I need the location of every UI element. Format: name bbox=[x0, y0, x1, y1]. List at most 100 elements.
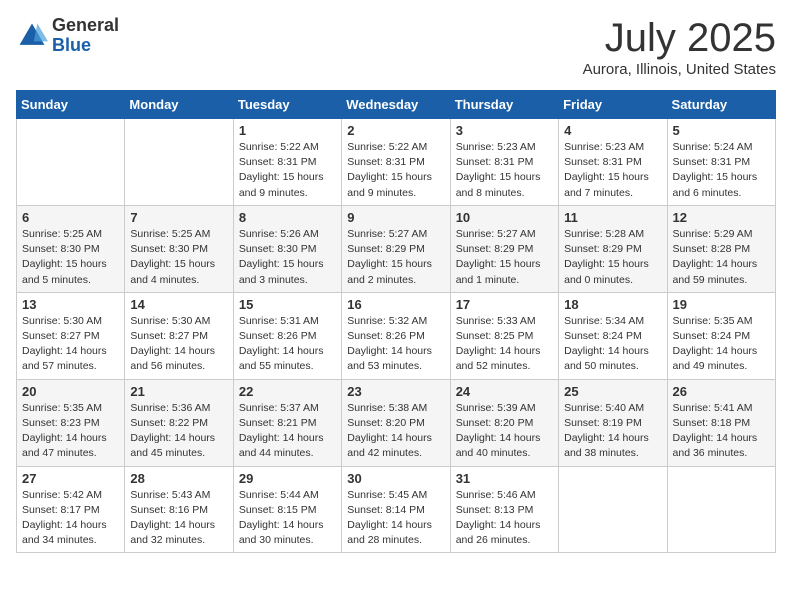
day-info: Sunrise: 5:30 AMSunset: 8:27 PMDaylight:… bbox=[130, 314, 227, 375]
day-number: 25 bbox=[564, 384, 661, 399]
calendar-cell: 24 Sunrise: 5:39 AMSunset: 8:20 PMDayligh… bbox=[450, 379, 558, 466]
weekday-header: Tuesday bbox=[233, 91, 341, 119]
calendar-cell: 21Sunrise: 5:36 AMSunset: 8:22 PMDayligh… bbox=[125, 379, 233, 466]
day-info: Sunrise: 5:32 AMSunset: 8:26 PMDaylight:… bbox=[347, 314, 444, 375]
calendar-cell: 23 Sunrise: 5:38 AMSunset: 8:20 PMDayligh… bbox=[342, 379, 450, 466]
day-info: Sunrise: 5:28 AMSunset: 8:29 PMDaylight:… bbox=[564, 227, 661, 288]
calendar-cell: 13Sunrise: 5:30 AMSunset: 8:27 PMDayligh… bbox=[17, 292, 125, 379]
day-number: 30 bbox=[347, 471, 444, 486]
calendar-cell: 30 Sunrise: 5:45 AMSunset: 8:14 PMDayligh… bbox=[342, 466, 450, 553]
day-number: 29 bbox=[239, 471, 336, 486]
day-number: 15 bbox=[239, 297, 336, 312]
calendar-cell: 5 Sunrise: 5:24 AMSunset: 8:31 PMDaylight… bbox=[667, 119, 775, 206]
day-info: Sunrise: 5:31 AMSunset: 8:26 PMDaylight:… bbox=[239, 314, 336, 375]
day-number: 9 bbox=[347, 210, 444, 225]
day-info: Sunrise: 5:22 AMSunset: 8:31 PMDaylight:… bbox=[239, 140, 336, 201]
calendar-cell: 6Sunrise: 5:25 AMSunset: 8:30 PMDaylight… bbox=[17, 205, 125, 292]
day-info: Sunrise: 5:36 AMSunset: 8:22 PMDaylight:… bbox=[130, 401, 227, 462]
calendar-cell: 11 Sunrise: 5:28 AMSunset: 8:29 PMDayligh… bbox=[559, 205, 667, 292]
day-info: Sunrise: 5:24 AMSunset: 8:31 PMDaylight:… bbox=[673, 140, 770, 201]
calendar-cell: 28Sunrise: 5:43 AMSunset: 8:16 PMDayligh… bbox=[125, 466, 233, 553]
logo-icon bbox=[16, 20, 48, 52]
day-number: 19 bbox=[673, 297, 770, 312]
day-info: Sunrise: 5:22 AMSunset: 8:31 PMDaylight:… bbox=[347, 140, 444, 201]
calendar-location: Aurora, Illinois, United States bbox=[583, 61, 776, 78]
calendar-cell: 31Sunrise: 5:46 AMSunset: 8:13 PMDayligh… bbox=[450, 466, 558, 553]
calendar-cell: 27 Sunrise: 5:42 AMSunset: 8:17 PMDayligh… bbox=[17, 466, 125, 553]
day-info: Sunrise: 5:40 AMSunset: 8:19 PMDaylight:… bbox=[564, 401, 661, 462]
calendar-cell: 14 Sunrise: 5:30 AMSunset: 8:27 PMDayligh… bbox=[125, 292, 233, 379]
calendar-cell: 3 Sunrise: 5:23 AMSunset: 8:31 PMDaylight… bbox=[450, 119, 558, 206]
day-number: 2 bbox=[347, 123, 444, 138]
day-number: 11 bbox=[564, 210, 661, 225]
day-number: 3 bbox=[456, 123, 553, 138]
day-number: 6 bbox=[22, 210, 119, 225]
calendar-cell: 18 Sunrise: 5:34 AMSunset: 8:24 PMDayligh… bbox=[559, 292, 667, 379]
weekday-header: Thursday bbox=[450, 91, 558, 119]
weekday-header: Monday bbox=[125, 91, 233, 119]
day-info: Sunrise: 5:38 AMSunset: 8:20 PMDaylight:… bbox=[347, 401, 444, 462]
day-info: Sunrise: 5:34 AMSunset: 8:24 PMDaylight:… bbox=[564, 314, 661, 375]
calendar-week-row: 1 Sunrise: 5:22 AMSunset: 8:31 PMDaylight… bbox=[17, 119, 776, 206]
day-number: 14 bbox=[130, 297, 227, 312]
calendar-week-row: 6 Sunrise: 5:25 AMSunset: 8:30 PMDaylight… bbox=[17, 205, 776, 292]
calendar-cell: 7 Sunrise: 5:25 AMSunset: 8:30 PMDaylight… bbox=[125, 205, 233, 292]
day-info: Sunrise: 5:23 AMSunset: 8:31 PMDaylight:… bbox=[456, 140, 553, 201]
weekday-header: Wednesday bbox=[342, 91, 450, 119]
day-number: 17 bbox=[456, 297, 553, 312]
day-number: 10 bbox=[456, 210, 553, 225]
calendar-week-row: 20Sunrise: 5:35 AMSunset: 8:23 PMDayligh… bbox=[17, 379, 776, 466]
day-number: 8 bbox=[239, 210, 336, 225]
calendar-cell: 19 Sunrise: 5:35 AMSunset: 8:24 PMDayligh… bbox=[667, 292, 775, 379]
calendar-cell: 15 Sunrise: 5:31 AMSunset: 8:26 PMDayligh… bbox=[233, 292, 341, 379]
day-info: Sunrise: 5:23 AMSunset: 8:31 PMDaylight:… bbox=[564, 140, 661, 201]
day-info: Sunrise: 5:35 AMSunset: 8:24 PMDaylight:… bbox=[673, 314, 770, 375]
calendar-week-row: 27 Sunrise: 5:42 AMSunset: 8:17 PMDayligh… bbox=[17, 466, 776, 553]
calendar-cell bbox=[559, 466, 667, 553]
day-number: 31 bbox=[456, 471, 553, 486]
day-number: 7 bbox=[130, 210, 227, 225]
calendar-title: July 2025 bbox=[583, 16, 776, 61]
day-number: 24 bbox=[456, 384, 553, 399]
calendar-cell: 25 Sunrise: 5:40 AMSunset: 8:19 PMDayligh… bbox=[559, 379, 667, 466]
calendar-cell: 16Sunrise: 5:32 AMSunset: 8:26 PMDayligh… bbox=[342, 292, 450, 379]
day-number: 26 bbox=[673, 384, 770, 399]
calendar-cell bbox=[125, 119, 233, 206]
day-number: 27 bbox=[22, 471, 119, 486]
day-info: Sunrise: 5:27 AMSunset: 8:29 PMDaylight:… bbox=[456, 227, 553, 288]
calendar-cell: 12Sunrise: 5:29 AMSunset: 8:28 PMDayligh… bbox=[667, 205, 775, 292]
calendar-cell: 10 Sunrise: 5:27 AMSunset: 8:29 PMDayligh… bbox=[450, 205, 558, 292]
day-info: Sunrise: 5:30 AMSunset: 8:27 PMDaylight:… bbox=[22, 314, 119, 375]
calendar-cell: 4 Sunrise: 5:23 AMSunset: 8:31 PMDaylight… bbox=[559, 119, 667, 206]
calendar-table: SundayMondayTuesdayWednesdayThursdayFrid… bbox=[16, 90, 776, 553]
day-info: Sunrise: 5:37 AMSunset: 8:21 PMDaylight:… bbox=[239, 401, 336, 462]
weekday-header: Friday bbox=[559, 91, 667, 119]
day-number: 4 bbox=[564, 123, 661, 138]
title-block: July 2025 Aurora, Illinois, United State… bbox=[583, 16, 776, 78]
calendar-cell: 1 Sunrise: 5:22 AMSunset: 8:31 PMDaylight… bbox=[233, 119, 341, 206]
calendar-cell: 22 Sunrise: 5:37 AMSunset: 8:21 PMDayligh… bbox=[233, 379, 341, 466]
day-number: 28 bbox=[130, 471, 227, 486]
day-info: Sunrise: 5:42 AMSunset: 8:17 PMDaylight:… bbox=[22, 488, 119, 549]
calendar-cell: 26 Sunrise: 5:41 AMSunset: 8:18 PMDayligh… bbox=[667, 379, 775, 466]
calendar-cell: 29Sunrise: 5:44 AMSunset: 8:15 PMDayligh… bbox=[233, 466, 341, 553]
day-info: Sunrise: 5:45 AMSunset: 8:14 PMDaylight:… bbox=[347, 488, 444, 549]
day-number: 18 bbox=[564, 297, 661, 312]
day-info: Sunrise: 5:33 AMSunset: 8:25 PMDaylight:… bbox=[456, 314, 553, 375]
day-number: 22 bbox=[239, 384, 336, 399]
calendar-cell: 9Sunrise: 5:27 AMSunset: 8:29 PMDaylight… bbox=[342, 205, 450, 292]
day-number: 12 bbox=[673, 210, 770, 225]
calendar-week-row: 13Sunrise: 5:30 AMSunset: 8:27 PMDayligh… bbox=[17, 292, 776, 379]
calendar-cell: 8 Sunrise: 5:26 AMSunset: 8:30 PMDaylight… bbox=[233, 205, 341, 292]
day-number: 1 bbox=[239, 123, 336, 138]
day-info: Sunrise: 5:41 AMSunset: 8:18 PMDaylight:… bbox=[673, 401, 770, 462]
day-info: Sunrise: 5:25 AMSunset: 8:30 PMDaylight:… bbox=[130, 227, 227, 288]
calendar-cell: 17 Sunrise: 5:33 AMSunset: 8:25 PMDayligh… bbox=[450, 292, 558, 379]
day-number: 5 bbox=[673, 123, 770, 138]
day-info: Sunrise: 5:39 AMSunset: 8:20 PMDaylight:… bbox=[456, 401, 553, 462]
weekday-header-row: SundayMondayTuesdayWednesdayThursdayFrid… bbox=[17, 91, 776, 119]
calendar-cell: 20Sunrise: 5:35 AMSunset: 8:23 PMDayligh… bbox=[17, 379, 125, 466]
weekday-header: Saturday bbox=[667, 91, 775, 119]
day-number: 23 bbox=[347, 384, 444, 399]
day-info: Sunrise: 5:26 AMSunset: 8:30 PMDaylight:… bbox=[239, 227, 336, 288]
